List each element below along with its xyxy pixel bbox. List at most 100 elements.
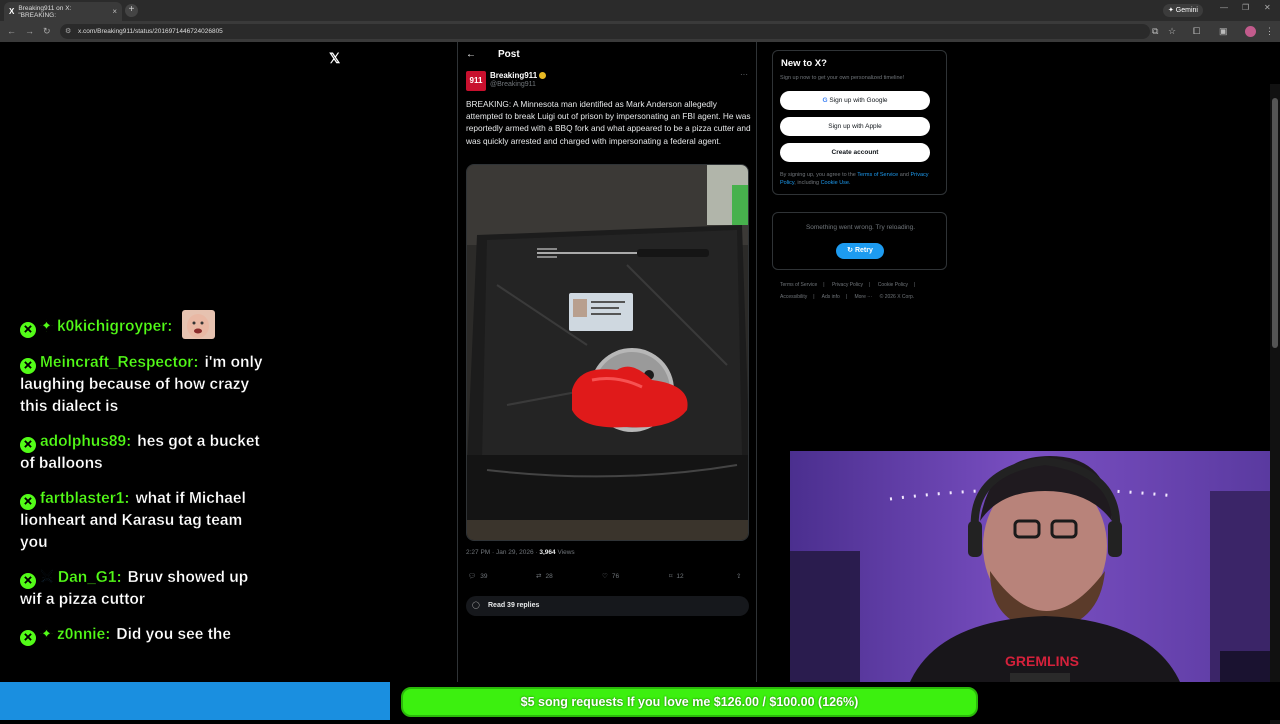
speech-bubble-icon: ◯ (472, 602, 480, 609)
reply-icon: 💬︎ (468, 573, 477, 580)
footer-more-link[interactable]: More ··· (854, 294, 872, 300)
minimize-icon[interactable]: — (1220, 3, 1228, 12)
footer-cookie-link[interactable]: Cookie Policy (878, 282, 908, 288)
apple-signup-button[interactable]: Sign up with Apple (780, 117, 930, 136)
x-favicon-icon: X (9, 7, 15, 16)
chat-text: Did you see the (116, 626, 231, 643)
forward-icon[interactable]: → (25, 26, 34, 36)
gemini-button[interactable]: ✦ Gemini (1163, 4, 1203, 17)
footer-ads-link[interactable]: Ads info (822, 294, 840, 300)
site-info-icon[interactable]: ⚙ (65, 24, 71, 39)
page-scrollbar[interactable] (1270, 84, 1280, 724)
more-options-icon[interactable]: ··· (740, 70, 748, 79)
webcam-overlay: GREMLINS (790, 451, 1270, 720)
menu-icon[interactable]: ⋮ (1265, 26, 1274, 37)
post-header-title: Post (498, 49, 520, 60)
read-replies-button[interactable]: ◯ Read 39 replies (466, 596, 749, 616)
back-icon[interactable]: ← (7, 26, 16, 36)
sword-badge-icon: ⚔ (40, 569, 54, 586)
footer-copyright: © 2026 X Corp. (879, 294, 915, 300)
reply-button[interactable]: 💬︎ 39 (468, 572, 488, 581)
close-window-icon[interactable]: ✕ (1264, 3, 1271, 12)
x-logo-icon[interactable]: 𝕏 (329, 50, 340, 67)
scrollbar-thumb[interactable] (1272, 98, 1278, 348)
install-icon[interactable]: ⧉ (1152, 26, 1158, 37)
kick-badge-icon: ✕ (20, 437, 36, 453)
stream-bar-accent (0, 682, 390, 720)
url-text: x.com/Breaking911/status/201697144672402… (78, 28, 223, 35)
create-account-button[interactable]: Create account (780, 143, 930, 162)
kick-badge-icon: ✕ (20, 358, 36, 374)
footer-terms-link[interactable]: Terms of Service (780, 282, 817, 288)
browser-tab[interactable]: X Breaking911 on X: "BREAKING: × (4, 2, 122, 21)
share-button[interactable]: ⇪ (736, 572, 741, 580)
chat-message: ✕ ✦ z0nnie: Did you see the (20, 624, 270, 646)
streamer-webcam: GREMLINS (790, 451, 1270, 720)
chat-message: ✕ adolphus89: hes got a bucket of balloons (20, 431, 270, 475)
kick-badge-icon: ✕ (20, 494, 36, 510)
share-icon: ⇪ (736, 573, 742, 580)
maximize-icon[interactable]: ❐ (1242, 3, 1249, 12)
bookmark-star-icon[interactable]: ☆ (1168, 26, 1176, 37)
retry-button[interactable]: ↻ Retry (836, 243, 884, 259)
cookie-link[interactable]: Cookie Use. (821, 180, 851, 186)
repost-icon: ⇄ (536, 573, 542, 580)
photo-scene (467, 165, 748, 540)
kick-badge-icon: ✕ (20, 630, 36, 646)
stream-bottom-bar: $5 song requests If you love me $126.00 … (0, 682, 1280, 720)
chat-message: ✕ Meincraft_Respector: i'm only laughing b… (20, 352, 270, 418)
kick-badge-icon: ✕ (20, 573, 36, 589)
footer-links: Terms of Service | Privacy Policy | Cookie… (780, 282, 916, 300)
trends-error-card: Something went wrong. Try reloading. ↻ R… (772, 212, 947, 270)
chat-message: ✕ ⚔ Dan_G1: Bruv showed up wif a pizza cutt… (20, 567, 270, 611)
new-tab-button[interactable]: + (125, 4, 138, 17)
stream-chat-overlay: ✕ ✦ k0kichigroyper: ✕ Meincraft_Respector: i… (20, 310, 270, 659)
footer-privacy-link[interactable]: Privacy Policy (832, 282, 863, 288)
like-count: 76 (611, 572, 620, 580)
terms-link[interactable]: Terms of Service (857, 172, 898, 178)
reply-count: 39 (480, 572, 488, 580)
chat-username: Dan_G1: (57, 569, 122, 586)
profile-avatar[interactable] (1245, 26, 1256, 37)
footer-accessibility-link[interactable]: Accessibility (780, 294, 807, 300)
signup-card: New to X? Sign up now to get your own pe… (772, 50, 947, 195)
chat-text: Bruv showed up wif a pizza cuttor (20, 569, 249, 608)
sidebar-icon[interactable]: ▣ (1219, 26, 1228, 37)
extensions-icon[interactable]: ⧠ (1193, 26, 1200, 37)
views-count: 3,964 (539, 549, 556, 556)
post-meta: 2:27 PM · Jan 29, 2026 · 3,964 Views (466, 549, 575, 556)
author-avatar[interactable]: 911 (466, 71, 486, 91)
refresh-icon: ↻ (847, 247, 855, 254)
chat-username: k0kichigroyper: (57, 318, 173, 335)
kick-badge-icon: ✕ (20, 322, 36, 338)
read-replies-label: Read 39 replies (488, 602, 540, 609)
chat-username: Meincraft_Respector: (40, 354, 199, 371)
google-signup-button[interactable]: G Sign up with Google (780, 91, 930, 110)
signup-subtitle: Sign up now to get your own personalized… (780, 75, 905, 81)
chat-message: ✕ fartblaster1: what if Michael lionheart … (20, 488, 270, 554)
author-handle[interactable]: @Breaking911 (490, 81, 536, 88)
x-page: 𝕏 ← Post 911 Breaking911 @Breaking911 ··… (0, 42, 1280, 724)
author-name[interactable]: Breaking911 (490, 71, 547, 80)
chat-username: adolphus89: (40, 433, 132, 450)
views-label: Views (555, 549, 575, 556)
sparkle-badge-icon: ✦ (40, 318, 53, 335)
sparkle-badge-icon: ✦ (40, 626, 53, 643)
face-emote-icon (182, 310, 216, 339)
post-photo[interactable] (466, 164, 749, 541)
post-text: BREAKING: A Minnesota man identified as … (466, 99, 751, 146)
url-input[interactable]: ⚙ x.com/Breaking911/status/2016971446724… (60, 24, 1150, 39)
address-bar-row: ← → ↻ ⚙ x.com/Breaking911/status/2016971… (0, 21, 1280, 42)
repost-button[interactable]: ⇄ 28 (536, 572, 553, 581)
verified-badge-icon (539, 72, 547, 79)
fake-id-card (569, 293, 633, 331)
like-button[interactable]: ♡ 76 (602, 572, 620, 581)
bookmark-button[interactable]: ⌑ 12 (669, 572, 684, 581)
reload-icon[interactable]: ↻ (43, 26, 51, 37)
back-arrow-icon[interactable]: ← (466, 49, 476, 60)
post-actions: 💬︎ 39 ⇄ 28 ♡ 76 ⌑ 12 ⇪ (466, 572, 749, 584)
chat-username: fartblaster1: (40, 490, 130, 507)
chat-message: ✕ ✦ k0kichigroyper: (20, 310, 270, 339)
tab-close-icon[interactable]: × (112, 7, 117, 16)
post-timestamp[interactable]: 2:27 PM · Jan 29, 2026 · (466, 549, 539, 556)
